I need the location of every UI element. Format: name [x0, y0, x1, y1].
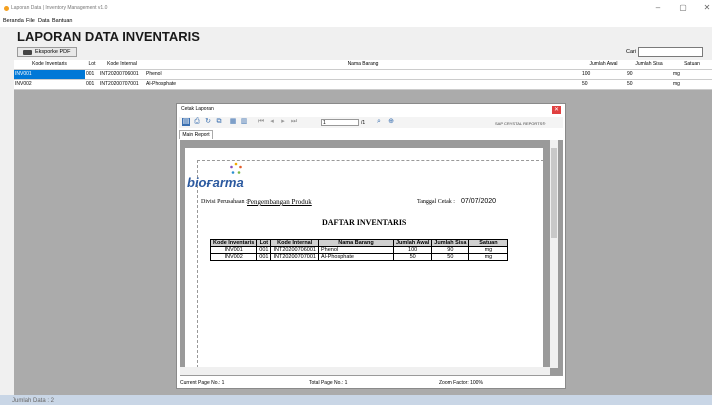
last-page-icon[interactable]: ⏭ [290, 118, 298, 126]
report-table: Kode Inventaris Lot Kode Internal Nama B… [209, 239, 509, 261]
divisi-label: Divisi Perusahaan : [201, 199, 248, 205]
parameter-panel-icon[interactable]: ▥ [240, 118, 248, 126]
menu-file[interactable]: File [26, 18, 35, 24]
minimize-button[interactable]: – [651, 2, 665, 14]
cell-nama-barang: Phenol [146, 71, 162, 77]
menu-bantuan[interactable]: Bantuan [52, 18, 73, 24]
total-page-status: Total Page No.: 1 [309, 380, 348, 386]
report-cell: 50 [392, 253, 433, 261]
close-button[interactable]: ✕ [700, 2, 712, 14]
cell-nama-barang: Al-Phosphate [146, 81, 177, 87]
report-cell: 001 [256, 253, 272, 261]
current-page-status: Current Page No.: 1 [180, 380, 225, 386]
find-icon[interactable]: ⌕ [375, 118, 383, 126]
status-bar [0, 395, 712, 405]
cell-jumlah-awal: 50 [582, 81, 588, 87]
tanggal-label: Tanggal Cetak : [417, 199, 455, 205]
biofarma-logo: bioғarma [187, 175, 244, 190]
menu-data[interactable]: Data [38, 18, 50, 24]
column-header-nama-barang[interactable]: Nama Barang [145, 61, 581, 67]
report-cell: 001 [256, 246, 272, 254]
report-cell: INT20200707001 [270, 253, 319, 261]
report-header: Kode Internal [270, 239, 319, 247]
cell-jumlah-sisa: 90 [627, 71, 633, 77]
report-cell: 50 [431, 253, 470, 261]
report-cell: INV002 [209, 253, 258, 261]
report-cell: 100 [392, 246, 433, 254]
report-header: Kode Inventaris [209, 239, 258, 247]
report-header: Jumlah Sisa [431, 239, 470, 247]
cell-satuan: mg [673, 71, 680, 77]
report-cell: 90 [431, 246, 470, 254]
zoom-icon[interactable]: ⊕ [387, 118, 395, 126]
zoom-factor-status: Zoom Factor: 100% [439, 380, 483, 386]
next-page-icon[interactable]: ▸ [279, 118, 287, 126]
print-report-dialog[interactable]: Cetak Laporan ✕ ▤ ⎙ ↻ ⧉ ▦ ▥ ⏮ ◂ ▸ ⏭ 1 /1… [176, 103, 566, 389]
restore-button[interactable]: ▢ [676, 2, 690, 14]
search-label: Cari [626, 49, 637, 55]
cell-satuan: mg [673, 81, 680, 87]
cell-kode-inventaris: INV002 [15, 81, 32, 87]
printer-icon [23, 50, 32, 55]
report-section-border [197, 160, 544, 368]
cell-jumlah-sisa: 50 [627, 81, 633, 87]
print-icon[interactable]: ⎙ [193, 118, 201, 126]
report-header: Satuan [468, 239, 509, 247]
export-pdf-button[interactable]: Eksporke PDF [17, 47, 77, 57]
export-pdf-label: Eksporke PDF [35, 49, 71, 55]
column-header-jumlah-awal[interactable]: Jumlah Awal [581, 61, 626, 67]
cell-kode-internal: INT20200706001 [100, 71, 139, 77]
copy-icon[interactable]: ⧉ [215, 118, 223, 126]
app-icon [4, 6, 9, 11]
cell-lot: 001 [86, 71, 95, 77]
sap-crystal-reports-brand: SAP CRYSTAL REPORTS® [495, 121, 546, 126]
page-number-input[interactable]: 1 [321, 119, 359, 126]
window-title: Laporan Data | Inventory Management v1.0 [11, 5, 108, 11]
report-title: DAFTAR INVENTARIS [322, 218, 407, 227]
page-total: /1 [361, 120, 366, 126]
dialog-title: Cetak Laporan [181, 106, 214, 112]
cell-kode-inventaris: INV001 [14, 70, 85, 79]
viewer-toolbar: ▤ ⎙ ↻ ⧉ ▦ ▥ ⏮ ◂ ▸ ⏭ 1 /1 ⌕ ⊕ SAP CRYSTAL… [179, 117, 563, 128]
horizontal-scrollbar[interactable] [180, 367, 550, 375]
tab-main-report[interactable]: Main Report [179, 130, 213, 139]
column-header-kode-inventaris[interactable]: Kode Inventaris [14, 61, 85, 67]
column-header-satuan[interactable]: Satuan [672, 61, 712, 67]
record-count: Jumlah Data : 2 [12, 398, 55, 404]
column-header-jumlah-sisa[interactable]: Jumlah Sisa [626, 61, 672, 67]
tanggal-value: 07/07/2020 [461, 198, 497, 205]
cell-kode-internal: INT20200707001 [100, 81, 139, 87]
report-cell: mg [468, 246, 509, 254]
previous-page-icon[interactable]: ◂ [268, 118, 276, 126]
table-row[interactable]: INV001 001 INT20200706001 Phenol 100 90 … [14, 70, 712, 80]
menu-bar [0, 17, 712, 27]
search-input[interactable] [638, 47, 703, 57]
cell-jumlah-awal: 100 [582, 71, 591, 77]
divisi-value: Pengembangan Produk [247, 198, 312, 206]
column-header-lot[interactable]: Lot [85, 61, 99, 67]
report-header: Lot [256, 239, 272, 247]
column-header-kode-internal[interactable]: Kode Internal [99, 61, 145, 67]
report-cell: Al-Phosphate [317, 253, 394, 261]
dialog-close-button[interactable]: ✕ [552, 106, 561, 114]
refresh-icon[interactable]: ↻ [204, 118, 212, 126]
page-title: LAPORAN DATA INVENTARIS [17, 29, 200, 44]
biofarma-logo-mark [230, 162, 242, 174]
toggle-group-tree-icon[interactable]: ▦ [229, 118, 237, 126]
report-row: INV001 001 INT20200706001 Phenol 100 90 … [209, 246, 509, 254]
cell-lot: 001 [86, 81, 95, 87]
report-header: Nama Barang [317, 239, 394, 247]
menu-beranda[interactable]: Beranda [3, 18, 24, 24]
report-row: INV002 001 INT20200707001 Al-Phosphate 5… [209, 253, 509, 261]
vertical-scroll-thumb[interactable] [551, 148, 557, 238]
report-cell: mg [468, 253, 509, 261]
report-cell: INV001 [209, 246, 258, 254]
report-cell: Phenol [317, 246, 394, 254]
table-row[interactable]: INV002 001 INT20200707001 Al-Phosphate 5… [14, 80, 712, 90]
export-icon[interactable]: ▤ [182, 118, 190, 126]
report-header: Jumlah Awal [392, 239, 433, 247]
first-page-icon[interactable]: ⏮ [257, 118, 265, 126]
report-cell: INT20200706001 [270, 246, 319, 254]
